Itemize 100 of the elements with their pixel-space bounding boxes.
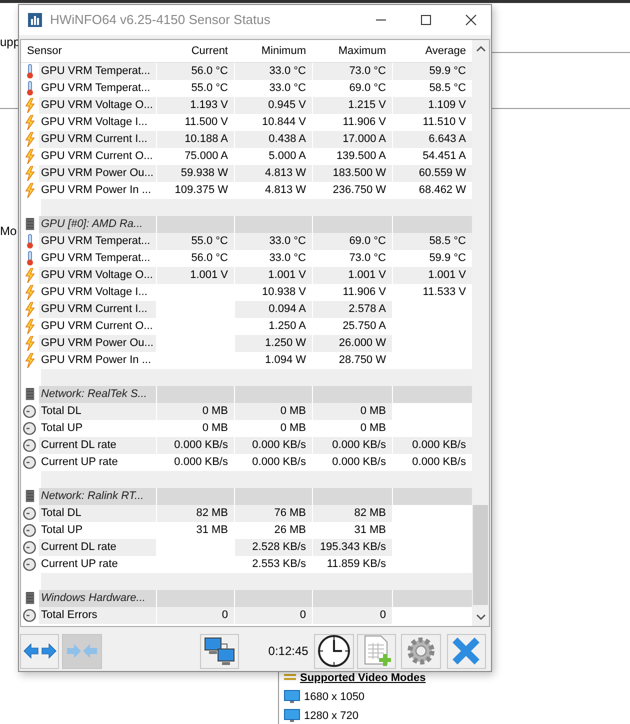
monitor-icon	[284, 690, 300, 704]
elapsed-time: 0:12:45	[268, 644, 308, 658]
group-header-row[interactable]: Network: RealTek S...	[21, 386, 472, 403]
window-title: HWiNFO64 v6.25-4150 Sensor Status	[50, 12, 270, 28]
value-cell: 82 MB	[313, 504, 393, 522]
thermometer-icon	[26, 234, 34, 249]
close-icon	[451, 636, 482, 666]
video-mode: 1680 x 1050	[304, 690, 365, 702]
value-cell: 195.343 KB/s	[313, 538, 393, 556]
clock-icon	[317, 634, 352, 668]
value-cell: 56.0 °C	[157, 62, 235, 80]
value-cell: 1.215 V	[313, 96, 393, 114]
sensor-name: Current DL rate	[39, 538, 157, 556]
value-cell: 1.001 V	[393, 266, 472, 284]
thermometer-icon	[26, 250, 34, 266]
value-cell: 0.945 V	[235, 96, 313, 114]
clock-icon	[23, 524, 36, 537]
network-monitors-icon	[202, 636, 237, 666]
value-cell: 58.5 °C	[393, 232, 472, 250]
sensor-name: Current DL rate	[39, 436, 157, 454]
value-cell: 82 MB	[157, 504, 235, 522]
clock-icon	[23, 404, 36, 418]
sensor-name: GPU VRM Voltage O...	[39, 266, 157, 284]
value-cell: 183.500 W	[313, 164, 393, 182]
value-cell: 76 MB	[235, 504, 313, 522]
value-cell: 0.000 KB/s	[313, 436, 393, 454]
sensor-name: GPU VRM Current I...	[39, 130, 157, 148]
value-cell: 55.0 °C	[157, 232, 235, 250]
maximize-icon[interactable]	[420, 14, 432, 26]
expand-button[interactable]	[20, 634, 60, 669]
chip-icon	[24, 489, 34, 504]
clock-icon	[23, 608, 36, 622]
value-cell: 0.000 KB/s	[393, 436, 472, 454]
group-header-row[interactable]: Network: Ralink RT...	[21, 488, 472, 505]
chip-icon	[24, 591, 34, 606]
lightning-icon	[24, 166, 34, 181]
sensor-name: GPU VRM Voltage O...	[39, 96, 157, 114]
value-cell: 33.0 °C	[235, 232, 313, 250]
value-cell: 10.188 A	[157, 130, 235, 148]
value-cell: 4.813 W	[235, 164, 313, 182]
sensor-name: GPU VRM Power Ou...	[39, 164, 157, 182]
value-cell: 0.094 A	[235, 300, 313, 318]
sensor-name: GPU VRM Current I...	[39, 300, 157, 318]
scroll-thumb[interactable]	[473, 505, 488, 606]
value-cell: 2.578 A	[313, 300, 393, 318]
app-icon	[28, 12, 42, 27]
clock-icon	[23, 438, 36, 452]
clock-icon	[23, 540, 36, 554]
clock-icon	[23, 506, 36, 520]
chip-icon	[24, 217, 34, 232]
scroll-down-icon[interactable]	[476, 613, 486, 622]
sensor-name: Total Errors	[39, 606, 157, 624]
lightning-icon	[24, 182, 34, 198]
sensor-name: GPU VRM Temperat...	[39, 62, 157, 80]
value-cell: 17.000 A	[313, 130, 393, 148]
value-cell: 0 MB	[235, 402, 313, 420]
value-cell: 59.938 W	[157, 164, 235, 182]
close-button[interactable]	[446, 634, 486, 669]
column-header[interactable]: Maximum	[313, 40, 393, 62]
thermometer-icon	[26, 64, 34, 79]
clock-icon	[23, 422, 36, 435]
value-cell: 1.193 V	[157, 96, 235, 114]
group-header-row[interactable]: Windows Hardware...	[21, 590, 472, 607]
value-cell: 2.528 KB/s	[235, 538, 313, 556]
settings-button[interactable]	[401, 634, 441, 669]
column-header[interactable]: Sensor	[21, 40, 157, 62]
value-cell: 0.438 A	[235, 130, 313, 148]
vertical-scrollbar[interactable]	[472, 40, 489, 626]
value-cell: 59.9 °C	[393, 62, 472, 80]
value-cell: 0 MB	[157, 402, 235, 420]
network-button[interactable]	[200, 634, 240, 669]
sensor-name: Total DL	[39, 402, 157, 420]
lightning-icon	[24, 336, 34, 351]
value-cell: 26.000 W	[313, 334, 393, 352]
value-cell: 0	[313, 606, 393, 624]
value-cell: 1.001 V	[313, 266, 393, 284]
sensor-name: Total DL	[39, 504, 157, 522]
list-icon	[284, 672, 296, 682]
value-cell: 0.000 KB/s	[157, 436, 235, 454]
scroll-up-icon[interactable]	[476, 44, 486, 53]
clock-button[interactable]	[314, 634, 354, 669]
sensor-name: GPU VRM Power Ou...	[39, 334, 157, 352]
thermometer-icon	[26, 80, 34, 96]
lightning-icon	[24, 318, 34, 334]
group-header-row[interactable]: GPU [#0]: AMD Ra...	[21, 216, 472, 233]
value-cell: 1.001 V	[235, 266, 313, 284]
close-icon[interactable]	[465, 14, 477, 26]
lightning-icon	[24, 98, 34, 113]
value-cell: 0.000 KB/s	[235, 436, 313, 454]
value-cell: 6.643 A	[393, 130, 472, 148]
column-header[interactable]: Current	[157, 40, 235, 62]
clock-icon	[23, 558, 36, 571]
lightning-icon	[24, 352, 34, 368]
value-cell: 69.0 °C	[313, 232, 393, 250]
clock-icon	[23, 456, 36, 469]
chip-icon	[24, 387, 34, 402]
background-text: Mo	[0, 224, 17, 238]
lightning-icon	[24, 268, 34, 283]
lightning-icon	[24, 114, 34, 130]
column-header[interactable]: Minimum	[235, 40, 313, 62]
